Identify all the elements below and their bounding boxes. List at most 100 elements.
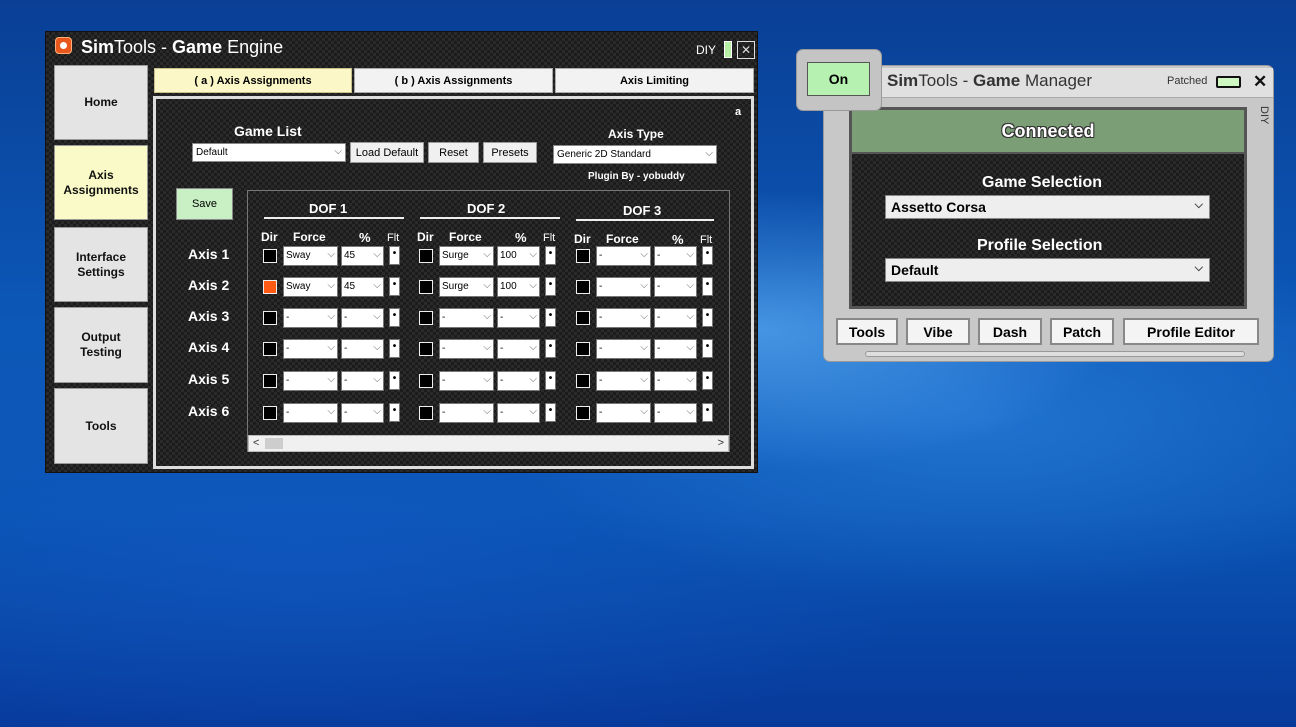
percent-select[interactable]: 100 ⌵: [497, 277, 540, 297]
filter-button[interactable]: •: [702, 403, 713, 422]
filter-button[interactable]: •: [389, 339, 400, 358]
force-select[interactable]: - ⌵: [283, 403, 338, 423]
profile-editor-button[interactable]: Profile Editor: [1123, 318, 1259, 345]
force-select[interactable]: - ⌵: [439, 308, 494, 328]
dir-checkbox[interactable]: [419, 249, 433, 263]
tab-axis-assignments-a[interactable]: ( a ) Axis Assignments: [154, 68, 352, 93]
dir-checkbox[interactable]: [263, 342, 277, 356]
game-list-select[interactable]: Default ⌵: [192, 143, 346, 162]
engine-close-button[interactable]: ✕: [737, 41, 755, 59]
load-default-button[interactable]: Load Default: [350, 142, 424, 163]
patch-button[interactable]: Patch: [1050, 318, 1114, 345]
dir-checkbox[interactable]: [576, 406, 590, 420]
force-select[interactable]: - ⌵: [596, 371, 651, 391]
sidebar-item-tools[interactable]: Tools: [54, 388, 148, 464]
sidebar-item-interface-settings[interactable]: Interface Settings: [54, 227, 148, 302]
dir-checkbox[interactable]: [263, 249, 277, 263]
filter-button[interactable]: •: [702, 339, 713, 358]
dash-button[interactable]: Dash: [978, 318, 1042, 345]
dir-checkbox[interactable]: [576, 280, 590, 294]
filter-button[interactable]: •: [545, 277, 556, 296]
percent-select[interactable]: - ⌵: [497, 403, 540, 423]
scroll-thumb[interactable]: [265, 438, 283, 449]
percent-select[interactable]: - ⌵: [654, 308, 697, 328]
filter-button[interactable]: •: [389, 403, 400, 422]
force-select[interactable]: - ⌵: [596, 277, 651, 297]
percent-select[interactable]: 100 ⌵: [497, 246, 540, 266]
dir-checkbox[interactable]: [419, 342, 433, 356]
dir-checkbox[interactable]: [576, 374, 590, 388]
dir-checkbox[interactable]: [576, 311, 590, 325]
filter-button[interactable]: •: [545, 403, 556, 422]
percent-select[interactable]: - ⌵: [497, 339, 540, 359]
game-selection-select[interactable]: Assetto Corsa ⌵: [885, 195, 1210, 219]
tools-button[interactable]: Tools: [836, 318, 898, 345]
force-select[interactable]: - ⌵: [596, 308, 651, 328]
horizontal-scrollbar[interactable]: < >: [248, 435, 729, 452]
force-select[interactable]: - ⌵: [439, 403, 494, 423]
percent-select[interactable]: - ⌵: [497, 308, 540, 328]
filter-button[interactable]: •: [545, 371, 556, 390]
tab-axis-assignments-b[interactable]: ( b ) Axis Assignments: [354, 68, 553, 93]
tab-axis-limiting[interactable]: Axis Limiting: [555, 68, 754, 93]
percent-select[interactable]: - ⌵: [654, 403, 697, 423]
filter-button[interactable]: •: [702, 277, 713, 296]
save-button[interactable]: Save: [176, 188, 233, 220]
dir-checkbox[interactable]: [263, 406, 277, 420]
filter-button[interactable]: •: [389, 277, 400, 296]
percent-select[interactable]: - ⌵: [341, 308, 384, 328]
percent-select[interactable]: - ⌵: [654, 246, 697, 266]
dir-checkbox[interactable]: [419, 374, 433, 388]
filter-button[interactable]: •: [389, 371, 400, 390]
force-select[interactable]: - ⌵: [596, 246, 651, 266]
force-select[interactable]: - ⌵: [596, 403, 651, 423]
percent-select[interactable]: - ⌵: [341, 403, 384, 423]
percent-select[interactable]: - ⌵: [654, 371, 697, 391]
filter-button[interactable]: •: [389, 308, 400, 327]
force-select[interactable]: - ⌵: [283, 308, 338, 328]
vibe-button[interactable]: Vibe: [906, 318, 970, 345]
dir-checkbox[interactable]: [263, 311, 277, 325]
reset-button[interactable]: Reset: [428, 142, 479, 163]
dir-checkbox[interactable]: [419, 280, 433, 294]
force-select[interactable]: - ⌵: [439, 339, 494, 359]
sidebar-item-output-testing[interactable]: Output Testing: [54, 307, 148, 383]
percent-select[interactable]: 45 ⌵: [341, 277, 384, 297]
filter-button[interactable]: •: [702, 308, 713, 327]
scroll-right-icon[interactable]: >: [718, 437, 724, 449]
presets-button[interactable]: Presets: [483, 142, 537, 163]
filter-button[interactable]: •: [545, 308, 556, 327]
percent-select[interactable]: - ⌵: [497, 371, 540, 391]
force-select[interactable]: Surge ⌵: [439, 277, 494, 297]
sidebar-item-axis-assignments[interactable]: Axis Assignments: [54, 145, 148, 220]
force-select[interactable]: - ⌵: [283, 339, 338, 359]
percent-select[interactable]: - ⌵: [654, 339, 697, 359]
on-button[interactable]: On: [807, 62, 870, 96]
percent-select[interactable]: - ⌵: [341, 339, 384, 359]
force-select[interactable]: Sway ⌵: [283, 277, 338, 297]
filter-button[interactable]: •: [545, 246, 556, 265]
dir-checkbox[interactable]: [263, 280, 277, 294]
filter-button[interactable]: •: [545, 339, 556, 358]
dir-checkbox[interactable]: [263, 374, 277, 388]
engine-titlebar[interactable]: SimTools - Game Engine DIY ✕: [46, 32, 757, 62]
force-select[interactable]: - ⌵: [283, 371, 338, 391]
dir-checkbox[interactable]: [419, 406, 433, 420]
filter-button[interactable]: •: [702, 246, 713, 265]
force-select[interactable]: Sway ⌵: [283, 246, 338, 266]
profile-selection-select[interactable]: Default ⌵: [885, 258, 1210, 282]
scroll-left-icon[interactable]: <: [253, 437, 259, 449]
filter-button[interactable]: •: [389, 246, 400, 265]
percent-select[interactable]: 45 ⌵: [341, 246, 384, 266]
manager-titlebar[interactable]: SimTools - Game Manager Patched ✕: [875, 68, 1273, 98]
dir-checkbox[interactable]: [576, 249, 590, 263]
filter-button[interactable]: •: [702, 371, 713, 390]
force-select[interactable]: - ⌵: [439, 371, 494, 391]
dir-checkbox[interactable]: [419, 311, 433, 325]
force-select[interactable]: - ⌵: [596, 339, 651, 359]
percent-select[interactable]: - ⌵: [341, 371, 384, 391]
dir-checkbox[interactable]: [576, 342, 590, 356]
percent-select[interactable]: - ⌵: [654, 277, 697, 297]
force-select[interactable]: Surge ⌵: [439, 246, 494, 266]
manager-close-icon[interactable]: ✕: [1253, 72, 1267, 92]
